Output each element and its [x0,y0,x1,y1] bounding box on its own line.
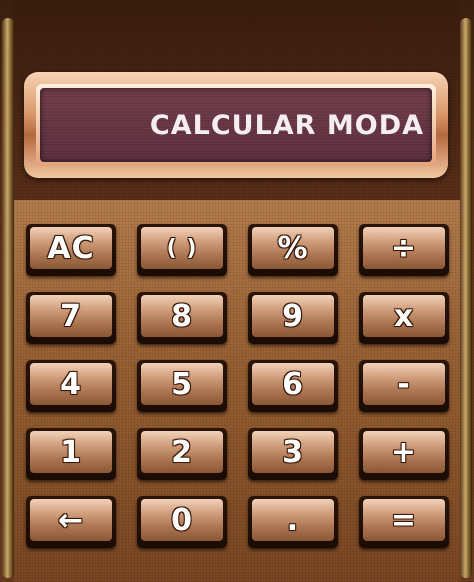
digit-8-button[interactable]: 8 [137,292,227,344]
digit-2-label: 2 [171,434,193,470]
clear-button-label: AC [47,230,95,266]
digit-4-button[interactable]: 4 [26,360,116,412]
percent-button-label: % [277,230,309,266]
digit-5-button[interactable]: 5 [137,360,227,412]
digit-5-label: 5 [171,366,193,402]
decimal-button[interactable]: . [248,496,338,548]
digit-1-button[interactable]: 1 [26,428,116,480]
percent-button[interactable]: % [248,224,338,276]
digit-2-button[interactable]: 2 [137,428,227,480]
equals-button[interactable]: = [359,496,449,548]
parentheses-button[interactable]: ( ) [137,224,227,276]
digit-4-label: 4 [60,366,82,402]
subtract-button-label: - [397,366,411,402]
digit-0-button[interactable]: 0 [137,496,227,548]
digit-9-label: 9 [282,298,304,334]
divide-button-label: ÷ [390,230,418,266]
digit-0-label: 0 [171,502,193,538]
right-rail [460,18,472,578]
digit-9-button[interactable]: 9 [248,292,338,344]
digit-1-label: 1 [60,434,82,470]
display-inner: CALCULAR MODA [36,84,436,166]
display-screen: CALCULAR MODA [40,88,432,162]
display-bezel: CALCULAR MODA [24,72,448,178]
equals-button-label: = [390,502,418,538]
display-text: CALCULAR MODA [149,109,424,141]
digit-8-label: 8 [171,298,193,334]
digit-7-label: 7 [60,298,82,334]
multiply-button-label: x [393,298,415,334]
keypad: AC ( ) % ÷ 7 8 9 x 4 5 6 - 1 2 3 + ← 0 .… [26,224,449,548]
multiply-button[interactable]: x [359,292,449,344]
digit-7-button[interactable]: 7 [26,292,116,344]
digit-6-button[interactable]: 6 [248,360,338,412]
digit-6-label: 6 [282,366,304,402]
clear-button[interactable]: AC [26,224,116,276]
divide-button[interactable]: ÷ [359,224,449,276]
digit-3-button[interactable]: 3 [248,428,338,480]
subtract-button[interactable]: - [359,360,449,412]
backspace-icon: ← [57,502,85,538]
parentheses-button-label: ( ) [166,235,198,261]
calculator-frame: CALCULAR MODA AC ( ) % ÷ 7 8 9 x 4 5 6 -… [0,0,474,582]
decimal-button-label: . [286,502,300,538]
left-rail [2,18,14,578]
backspace-button[interactable]: ← [26,496,116,548]
digit-3-label: 3 [282,434,304,470]
add-button[interactable]: + [359,428,449,480]
add-button-label: + [390,434,418,470]
